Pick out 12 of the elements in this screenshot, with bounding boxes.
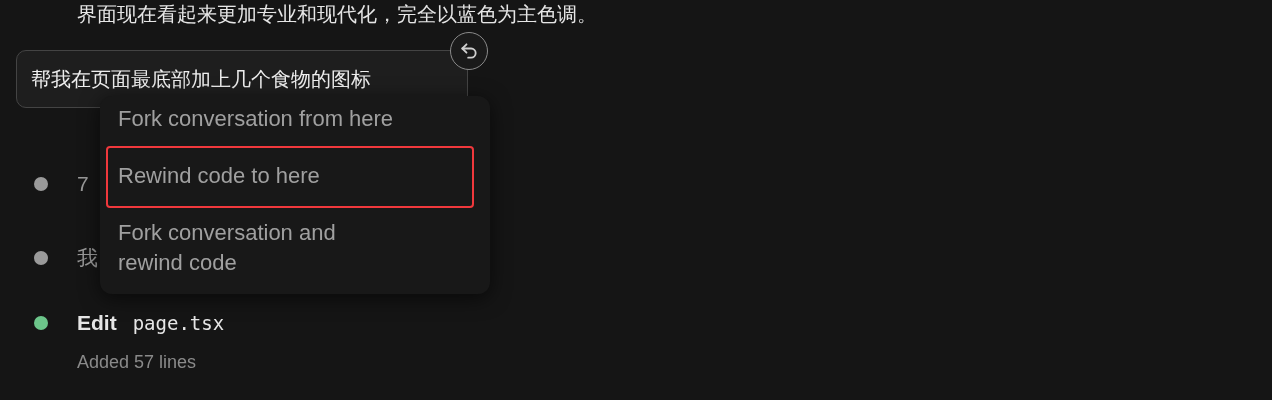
menu-item[interactable]: Fork conversation and rewind code [106, 212, 474, 286]
message-text: 界面现在看起来更加专业和现代化，完全以蓝色为主色调。 [77, 2, 598, 27]
undo-icon [459, 41, 479, 61]
message-text: 我 [77, 244, 98, 271]
edit-summary: Added 57 lines [77, 350, 198, 374]
message-text: 7 [77, 171, 89, 197]
user-message-text: 帮我在页面最底部加上几个食物的图标 [31, 67, 371, 92]
menu-item[interactable]: Rewind code to here [106, 146, 474, 208]
undo-button[interactable] [450, 32, 488, 70]
menu-item[interactable]: Fork conversation from here [106, 98, 474, 142]
tool-action: Edit [77, 310, 117, 336]
file-name: page.tsx [132, 311, 225, 336]
